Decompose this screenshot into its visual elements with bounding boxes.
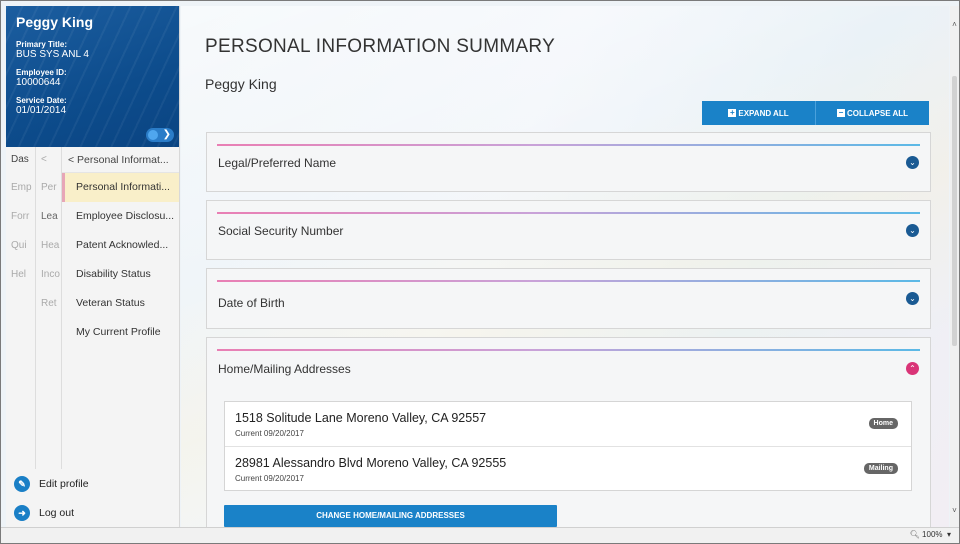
nav-item-disability-status[interactable]: Disability Status [62,260,179,289]
profile-name: Peggy King [16,14,94,30]
address-text: 28981 Alessandro Blvd Moreno Valley, CA … [235,456,507,470]
expand-collapse-bar: + EXPAND ALL − COLLAPSE ALL [702,101,929,125]
nav-item-retirement[interactable]: Ret [36,289,61,318]
chevron-down-icon: ▾ [944,530,951,539]
log-out-label: Log out [39,506,75,519]
nav-item-my-current-profile[interactable]: My Current Profile [62,318,179,347]
address-row-mailing: 28981 Alessandro Blvd Moreno Valley, CA … [225,446,911,490]
address-type-badge: Home [868,418,898,429]
pencil-icon: ✎ [14,475,30,492]
nav-item-dashboard[interactable]: Das [6,147,35,173]
nav-item-patent-acknowledgement[interactable]: Patent Acknowled... [62,231,179,260]
section-title: Home/Mailing Addresses [218,362,351,376]
zoom-level: 100% [922,530,943,539]
nav-item-personal[interactable]: Per [36,173,61,202]
profile-toggle[interactable]: ❯ [146,128,174,142]
nav-item-leave[interactable]: Lea [36,202,61,231]
nav-back-icon[interactable]: < [36,147,61,173]
chevron-down-icon[interactable]: ⌄ [906,292,919,305]
chevron-up-icon[interactable]: ⌃ [906,362,919,375]
nav-item-personal-information[interactable]: Personal Informati... [62,173,179,202]
edit-profile-link[interactable]: ✎ Edit profile [6,469,179,498]
nav-item-income[interactable]: Inco [36,260,61,289]
scroll-thumb[interactable] [952,76,957,346]
section-date-of-birth[interactable]: Date of Birth ⌄ [206,268,931,329]
nav-item-quick[interactable]: Qui [6,231,35,260]
address-status: Current 09/20/2017 [235,474,304,483]
expand-all-button[interactable]: + EXPAND ALL [702,101,815,125]
primary-title-value: BUS SYS ANL 4 [16,49,89,60]
address-list: 1518 Solitude Lane Moreno Valley, CA 925… [224,401,912,491]
nav-item-employee[interactable]: Emp [6,173,35,202]
nav-column-3: < Personal Informat... Personal Informat… [62,147,179,469]
nav-column-1: Das Emp Forr Qui Hel [6,147,36,469]
plus-icon: + [728,108,737,117]
scroll-down-icon[interactable]: ˅ [950,506,959,515]
section-divider [217,349,920,351]
section-legal-name[interactable]: Legal/Preferred Name ⌄ [206,132,931,192]
expand-all-label: EXPAND ALL [738,108,789,118]
section-divider [217,212,920,214]
address-type-badge: Mailing [863,463,898,474]
status-bar: 🔍︎ 100% ▾ [1,527,959,543]
service-date-value: 01/01/2014 [16,105,67,116]
chevron-down-icon[interactable]: ⌄ [906,224,919,237]
sidebar-footer: ✎ Edit profile ➜ Log out [6,469,179,527]
address-row-home: 1518 Solitude Lane Moreno Valley, CA 925… [225,402,911,446]
collapse-all-label: COLLAPSE ALL [846,108,909,118]
chevron-right-icon: ❯ [162,129,171,140]
nav-item-veteran-status[interactable]: Veteran Status [62,289,179,318]
section-title: Social Security Number [218,224,344,238]
nav-item-forms[interactable]: Forr [6,202,35,231]
nav-item-health[interactable]: Hea [36,231,61,260]
nav-column-2: < Per Lea Hea Inco Ret [36,147,62,469]
vertical-scrollbar[interactable]: ˄ ˅ [950,6,959,527]
log-out-link[interactable]: ➜ Log out [6,498,179,527]
sidebar: Peggy King Primary Title: BUS SYS ANL 4 … [6,6,180,527]
section-divider [217,280,920,282]
nav-back-personal-information[interactable]: < Personal Informat... [62,147,179,173]
employee-id-label: Employee ID: [16,68,67,77]
nav-item-help[interactable]: Hel [6,260,35,289]
zoom-icon: 🔍︎ [909,530,920,539]
collapse-all-button[interactable]: − COLLAPSE ALL [815,101,929,125]
address-text: 1518 Solitude Lane Moreno Valley, CA 925… [235,411,487,425]
section-divider [217,144,920,146]
nav-columns: Das Emp Forr Qui Hel < Per Lea Hea Inco … [6,147,179,469]
edit-profile-label: Edit profile [39,477,89,490]
scroll-up-icon[interactable]: ˄ [950,20,959,29]
primary-title-label: Primary Title: [16,40,67,49]
nav-item-employee-disclosure[interactable]: Employee Disclosu... [62,202,179,231]
person-name: Peggy King [205,76,277,92]
main-content: PERSONAL INFORMATION SUMMARY Peggy King … [181,6,949,527]
service-date-label: Service Date: [16,96,67,105]
zoom-control[interactable]: 🔍︎ 100% ▾ [910,530,951,539]
chevron-down-icon[interactable]: ⌄ [906,156,919,169]
profile-card: Peggy King Primary Title: BUS SYS ANL 4 … [6,6,179,147]
change-addresses-button[interactable]: CHANGE HOME/MAILING ADDRESSES [224,505,557,527]
logout-icon: ➜ [14,504,30,521]
section-title: Date of Birth [218,296,285,310]
page-title: PERSONAL INFORMATION SUMMARY [205,36,556,57]
section-title: Legal/Preferred Name [218,156,337,170]
employee-id-value: 10000644 [16,77,61,88]
section-ssn[interactable]: Social Security Number ⌄ [206,200,931,260]
address-status: Current 09/20/2017 [235,429,304,438]
minus-icon: − [836,108,845,117]
